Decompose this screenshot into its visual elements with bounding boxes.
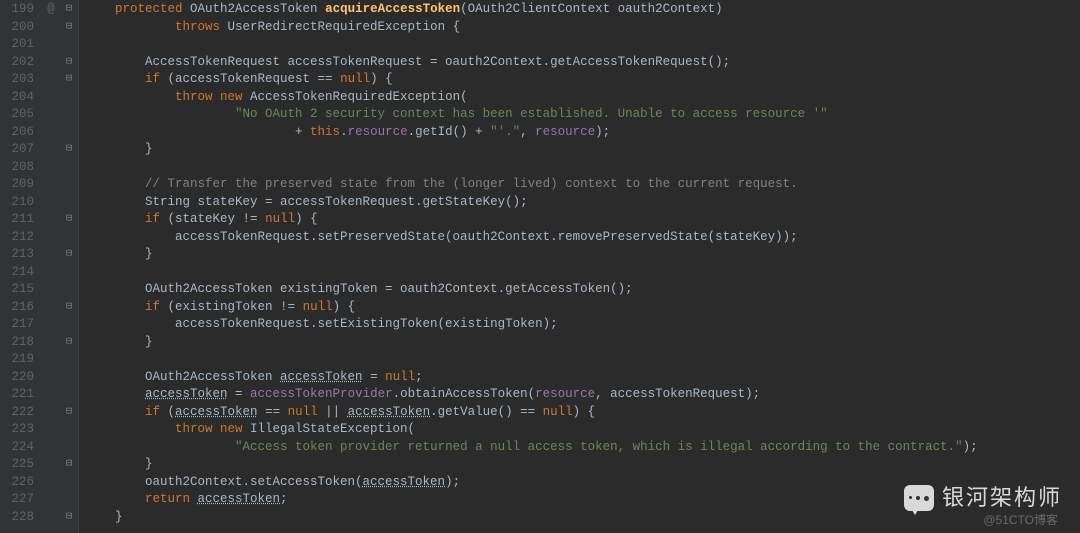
fold-toggle-icon[interactable] — [60, 334, 78, 352]
line-number: 222 — [0, 404, 34, 422]
fold-toggle-icon[interactable] — [60, 246, 78, 264]
fold-column[interactable] — [60, 0, 78, 533]
fold-toggle-icon[interactable] — [60, 71, 78, 89]
line-number: 201 — [0, 36, 34, 54]
line-number: 203 — [0, 71, 34, 89]
code-line[interactable]: protected OAuth2AccessToken acquireAcces… — [85, 1, 1080, 19]
line-number: 205 — [0, 106, 34, 124]
line-number: 207 — [0, 141, 34, 159]
line-number: 228 — [0, 509, 34, 527]
line-number-column: 1992002012022032042052062072082092102112… — [0, 0, 42, 533]
line-number: 215 — [0, 281, 34, 299]
vcs-marker-column: @ — [42, 0, 60, 533]
line-number: 220 — [0, 369, 34, 387]
line-number: 218 — [0, 334, 34, 352]
line-number: 221 — [0, 386, 34, 404]
code-line[interactable]: // Transfer the preserved state from the… — [85, 176, 1080, 194]
line-number: 214 — [0, 264, 34, 282]
code-line[interactable]: } — [85, 246, 1080, 264]
line-number: 209 — [0, 176, 34, 194]
line-number: 202 — [0, 54, 34, 72]
code-line[interactable]: throw new IllegalStateException( — [85, 421, 1080, 439]
code-line[interactable] — [85, 159, 1080, 177]
fold-toggle-icon[interactable] — [60, 456, 78, 474]
code-line[interactable] — [85, 351, 1080, 369]
vcs-change-marker: @ — [42, 1, 60, 19]
line-number: 219 — [0, 351, 34, 369]
line-number: 216 — [0, 299, 34, 317]
fold-toggle-icon[interactable] — [60, 404, 78, 422]
line-number: 212 — [0, 229, 34, 247]
fold-toggle-icon[interactable] — [60, 19, 78, 37]
gutter: 1992002012022032042052062072082092102112… — [0, 0, 79, 533]
code-line[interactable] — [85, 264, 1080, 282]
line-number: 224 — [0, 439, 34, 457]
line-number: 208 — [0, 159, 34, 177]
code-line[interactable]: String stateKey = accessTokenRequest.get… — [85, 194, 1080, 212]
line-number: 213 — [0, 246, 34, 264]
code-line[interactable]: } — [85, 141, 1080, 159]
fold-toggle-icon[interactable] — [60, 299, 78, 317]
code-line[interactable]: } — [85, 509, 1080, 527]
code-line[interactable]: } — [85, 334, 1080, 352]
code-line[interactable]: throw new AccessTokenRequiredException( — [85, 89, 1080, 107]
code-area[interactable]: protected OAuth2AccessToken acquireAcces… — [79, 0, 1080, 533]
fold-toggle-icon[interactable] — [60, 509, 78, 527]
line-number: 200 — [0, 19, 34, 37]
code-line[interactable]: } — [85, 456, 1080, 474]
code-line[interactable]: throws UserRedirectRequiredException { — [85, 19, 1080, 37]
code-line[interactable]: accessTokenRequest.setPreservedState(oau… — [85, 229, 1080, 247]
line-number: 227 — [0, 491, 34, 509]
line-number: 217 — [0, 316, 34, 334]
line-number: 204 — [0, 89, 34, 107]
fold-toggle-icon[interactable] — [60, 211, 78, 229]
line-number: 211 — [0, 211, 34, 229]
code-line[interactable]: if (accessToken == null || accessToken.g… — [85, 404, 1080, 422]
line-number: 199 — [0, 1, 34, 19]
code-line[interactable]: "Access token provider returned a null a… — [85, 439, 1080, 457]
code-line[interactable]: "No OAuth 2 security context has been es… — [85, 106, 1080, 124]
code-line[interactable]: accessToken = accessTokenProvider.obtain… — [85, 386, 1080, 404]
fold-toggle-icon[interactable] — [60, 141, 78, 159]
code-line[interactable]: if (stateKey != null) { — [85, 211, 1080, 229]
line-number: 226 — [0, 474, 34, 492]
code-line[interactable]: if (accessTokenRequest == null) { — [85, 71, 1080, 89]
line-number: 210 — [0, 194, 34, 212]
fold-toggle-icon[interactable] — [60, 54, 78, 72]
line-number: 223 — [0, 421, 34, 439]
code-line[interactable]: OAuth2AccessToken accessToken = null; — [85, 369, 1080, 387]
code-line[interactable]: oauth2Context.setAccessToken(accessToken… — [85, 474, 1080, 492]
line-number: 206 — [0, 124, 34, 142]
code-line[interactable]: AccessTokenRequest accessTokenRequest = … — [85, 54, 1080, 72]
code-line[interactable]: return accessToken; — [85, 491, 1080, 509]
code-line[interactable]: if (existingToken != null) { — [85, 299, 1080, 317]
code-line[interactable] — [85, 36, 1080, 54]
code-editor[interactable]: 1992002012022032042052062072082092102112… — [0, 0, 1080, 533]
code-line[interactable]: OAuth2AccessToken existingToken = oauth2… — [85, 281, 1080, 299]
code-line[interactable]: + this.resource.getId() + "'.", resource… — [85, 124, 1080, 142]
code-line[interactable]: accessTokenRequest.setExistingToken(exis… — [85, 316, 1080, 334]
line-number: 225 — [0, 456, 34, 474]
fold-toggle-icon[interactable] — [60, 1, 78, 19]
